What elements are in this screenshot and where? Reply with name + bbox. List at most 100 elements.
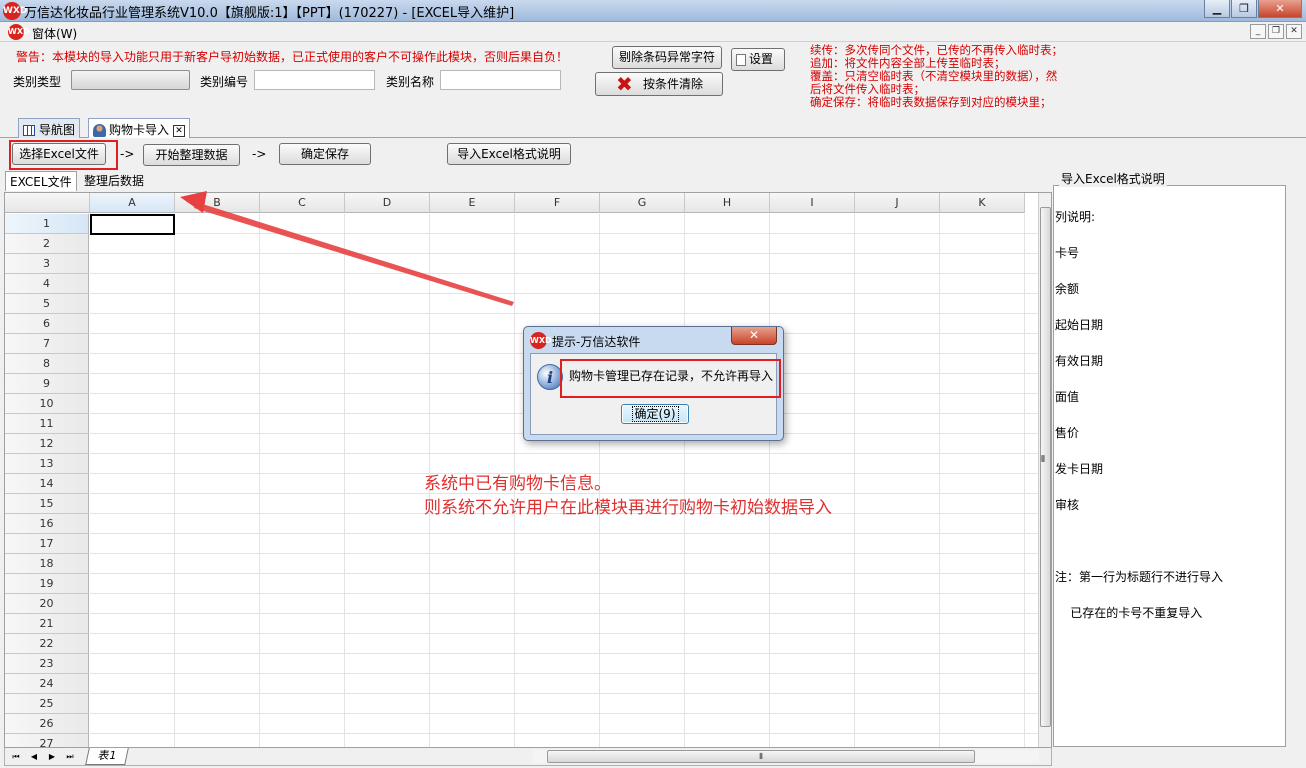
row-header[interactable]: 25 <box>5 694 89 714</box>
document-icon <box>736 53 746 66</box>
sheet-tab-bar: ⏮ ◀ ▶ ⏭ 表1 ⦀ <box>4 748 1052 766</box>
category-type-label: 类别类型 <box>13 75 62 89</box>
row-header[interactable]: 22 <box>5 634 89 654</box>
dialog-title: 提示-万信达软件 <box>552 335 641 349</box>
row-header[interactable]: 14 <box>5 474 89 494</box>
category-name-label: 类别名称 <box>386 75 435 89</box>
spreadsheet-grid[interactable]: A B C D E F G H I J K 1 2 3 4 5 6 7 8 9 10 11 12 13 14 15 16 17 18 19… <box>4 192 1052 748</box>
import-mode-notes: 续传：多次传同个文件，已传的不再传入临时表； 追加：将文件内容全部上传至临时表；… <box>810 44 1063 109</box>
column-header[interactable]: J <box>855 193 940 213</box>
horizontal-scrollbar[interactable]: ⦀ <box>533 750 1039 763</box>
column-header[interactable]: D <box>345 193 430 213</box>
menubar: WXD 窗体(W) _ ❐ ✕ <box>0 22 1306 42</box>
maximize-button[interactable]: ❐ <box>1231 0 1257 18</box>
column-header[interactable]: G <box>600 193 685 213</box>
window-titlebar: WXD 万信达化妆品行业管理系统V10.0【旗舰版:1】【PPT】(170227… <box>0 0 1306 22</box>
row-header[interactable]: 16 <box>5 514 89 534</box>
step-arrow: -> <box>120 147 135 161</box>
row-header[interactable]: 9 <box>5 374 89 394</box>
row-header[interactable]: 10 <box>5 394 89 414</box>
column-header[interactable]: F <box>515 193 600 213</box>
first-sheet-icon[interactable]: ⏮ <box>9 750 23 763</box>
vertical-scroll-thumb[interactable] <box>1040 207 1051 727</box>
column-header[interactable]: H <box>685 193 770 213</box>
row-header[interactable]: 26 <box>5 714 89 734</box>
settings-label: 设置 <box>749 52 774 66</box>
row-header[interactable]: 13 <box>5 454 89 474</box>
active-cell-a1[interactable] <box>90 214 175 235</box>
clear-by-condition-label: 按条件清除 <box>643 77 704 91</box>
row-header[interactable]: 3 <box>5 254 89 274</box>
help-line: 卡号 <box>1055 246 1080 260</box>
column-header[interactable]: B <box>175 193 260 213</box>
mdi-minimize-button[interactable]: _ <box>1250 24 1266 39</box>
menu-window[interactable]: 窗体(W) <box>32 25 77 42</box>
row-header[interactable]: 4 <box>5 274 89 294</box>
column-header[interactable]: E <box>430 193 515 213</box>
row-header[interactable]: 21 <box>5 614 89 634</box>
close-tab-icon[interactable]: ✕ <box>173 124 186 137</box>
row-header[interactable]: 8 <box>5 354 89 374</box>
column-header[interactable]: C <box>260 193 345 213</box>
confirm-save-button[interactable]: 确定保存 <box>279 143 371 165</box>
row-header[interactable]: 11 <box>5 414 89 434</box>
vertical-scrollbar[interactable]: ⦀ <box>1038 193 1051 747</box>
tab-organized-data[interactable]: 整理后数据 <box>84 172 144 189</box>
scroll-grip-icon: ⦀ <box>1041 455 1045 465</box>
next-sheet-icon[interactable]: ▶ <box>45 750 59 763</box>
red-x-icon: ✖ <box>616 72 633 96</box>
row-header[interactable]: 17 <box>5 534 89 554</box>
column-header[interactable]: I <box>770 193 855 213</box>
row-header[interactable]: 6 <box>5 314 89 334</box>
row-header[interactable]: 1 <box>5 214 89 234</box>
document-tabs: 导航图 购物卡导入 ✕ <box>0 116 1306 139</box>
dialog-logo-icon: WXD <box>530 332 552 349</box>
category-type-select[interactable] <box>71 70 190 90</box>
window-title: 万信达化妆品行业管理系统V10.0【旗舰版:1】【PPT】(170227) - … <box>24 6 515 21</box>
clear-by-condition-button[interactable]: ✖ 按条件清除 <box>595 72 723 96</box>
close-window-button[interactable]: ✕ <box>1258 0 1302 18</box>
mdi-controls: _ ❐ ✕ <box>1248 24 1302 39</box>
last-sheet-icon[interactable]: ⏭ <box>63 750 77 763</box>
settings-button[interactable]: 设置 <box>731 48 785 71</box>
help-line <box>1055 535 1284 547</box>
format-help-text: 列说明: 卡号 余额 起始日期 有效日期 面值 售价 发卡日期 审核 注：第一行… <box>1053 185 1286 747</box>
category-name-input[interactable] <box>440 70 561 90</box>
mdi-close-button[interactable]: ✕ <box>1286 24 1302 39</box>
tab-excel-file[interactable]: EXCEL文件 <box>5 171 77 191</box>
column-header[interactable]: K <box>940 193 1025 213</box>
corner-header[interactable] <box>5 193 90 213</box>
category-code-label: 类别编号 <box>200 75 249 89</box>
import-format-help-button[interactable]: 导入Excel格式说明 <box>447 143 571 165</box>
row-header[interactable]: 12 <box>5 434 89 454</box>
column-header[interactable]: A <box>90 193 175 213</box>
row-header[interactable]: 15 <box>5 494 89 514</box>
tab-navigation-label: 导航图 <box>39 123 76 137</box>
note-line: 确定保存：将临时表数据保存到对应的模块里； <box>810 95 1052 109</box>
row-header[interactable]: 5 <box>5 294 89 314</box>
top-panel: 警告：本模块的导入功能只用于新客户导初始数据，已正式使用的客户不可操作此模块，否… <box>0 42 1306 116</box>
start-organize-button[interactable]: 开始整理数据 <box>143 144 240 166</box>
horizontal-scroll-thumb[interactable]: ⦀ <box>547 750 975 763</box>
help-line: 列说明: <box>1055 210 1096 224</box>
dialog-close-button[interactable]: ✕ <box>731 327 777 345</box>
row-header[interactable]: 18 <box>5 554 89 574</box>
mdi-restore-button[interactable]: ❐ <box>1268 24 1284 39</box>
window-controls: ▁ ❐ ✕ <box>1203 0 1302 20</box>
row-header[interactable]: 19 <box>5 574 89 594</box>
minimize-button[interactable]: ▁ <box>1204 0 1230 18</box>
prev-sheet-icon[interactable]: ◀ <box>27 750 41 763</box>
remove-barcode-chars-button[interactable]: 剔除条码异常字符 <box>612 46 722 69</box>
category-code-input[interactable] <box>254 70 375 90</box>
tab-shopping-card-import[interactable]: 购物卡导入 ✕ <box>88 118 191 139</box>
row-header[interactable]: 24 <box>5 674 89 694</box>
row-header[interactable]: 20 <box>5 594 89 614</box>
row-header[interactable]: 23 <box>5 654 89 674</box>
row-header[interactable]: 7 <box>5 334 89 354</box>
sheet-subtabs: EXCEL文件 整理后数据 <box>0 170 1050 191</box>
dialog-ok-button[interactable]: 确定(9) <box>621 404 689 424</box>
sheet-tab-1[interactable]: 表1 <box>85 748 129 765</box>
tab-navigation[interactable]: 导航图 <box>18 118 81 138</box>
row-header[interactable]: 27 <box>5 734 89 747</box>
row-header[interactable]: 2 <box>5 234 89 254</box>
